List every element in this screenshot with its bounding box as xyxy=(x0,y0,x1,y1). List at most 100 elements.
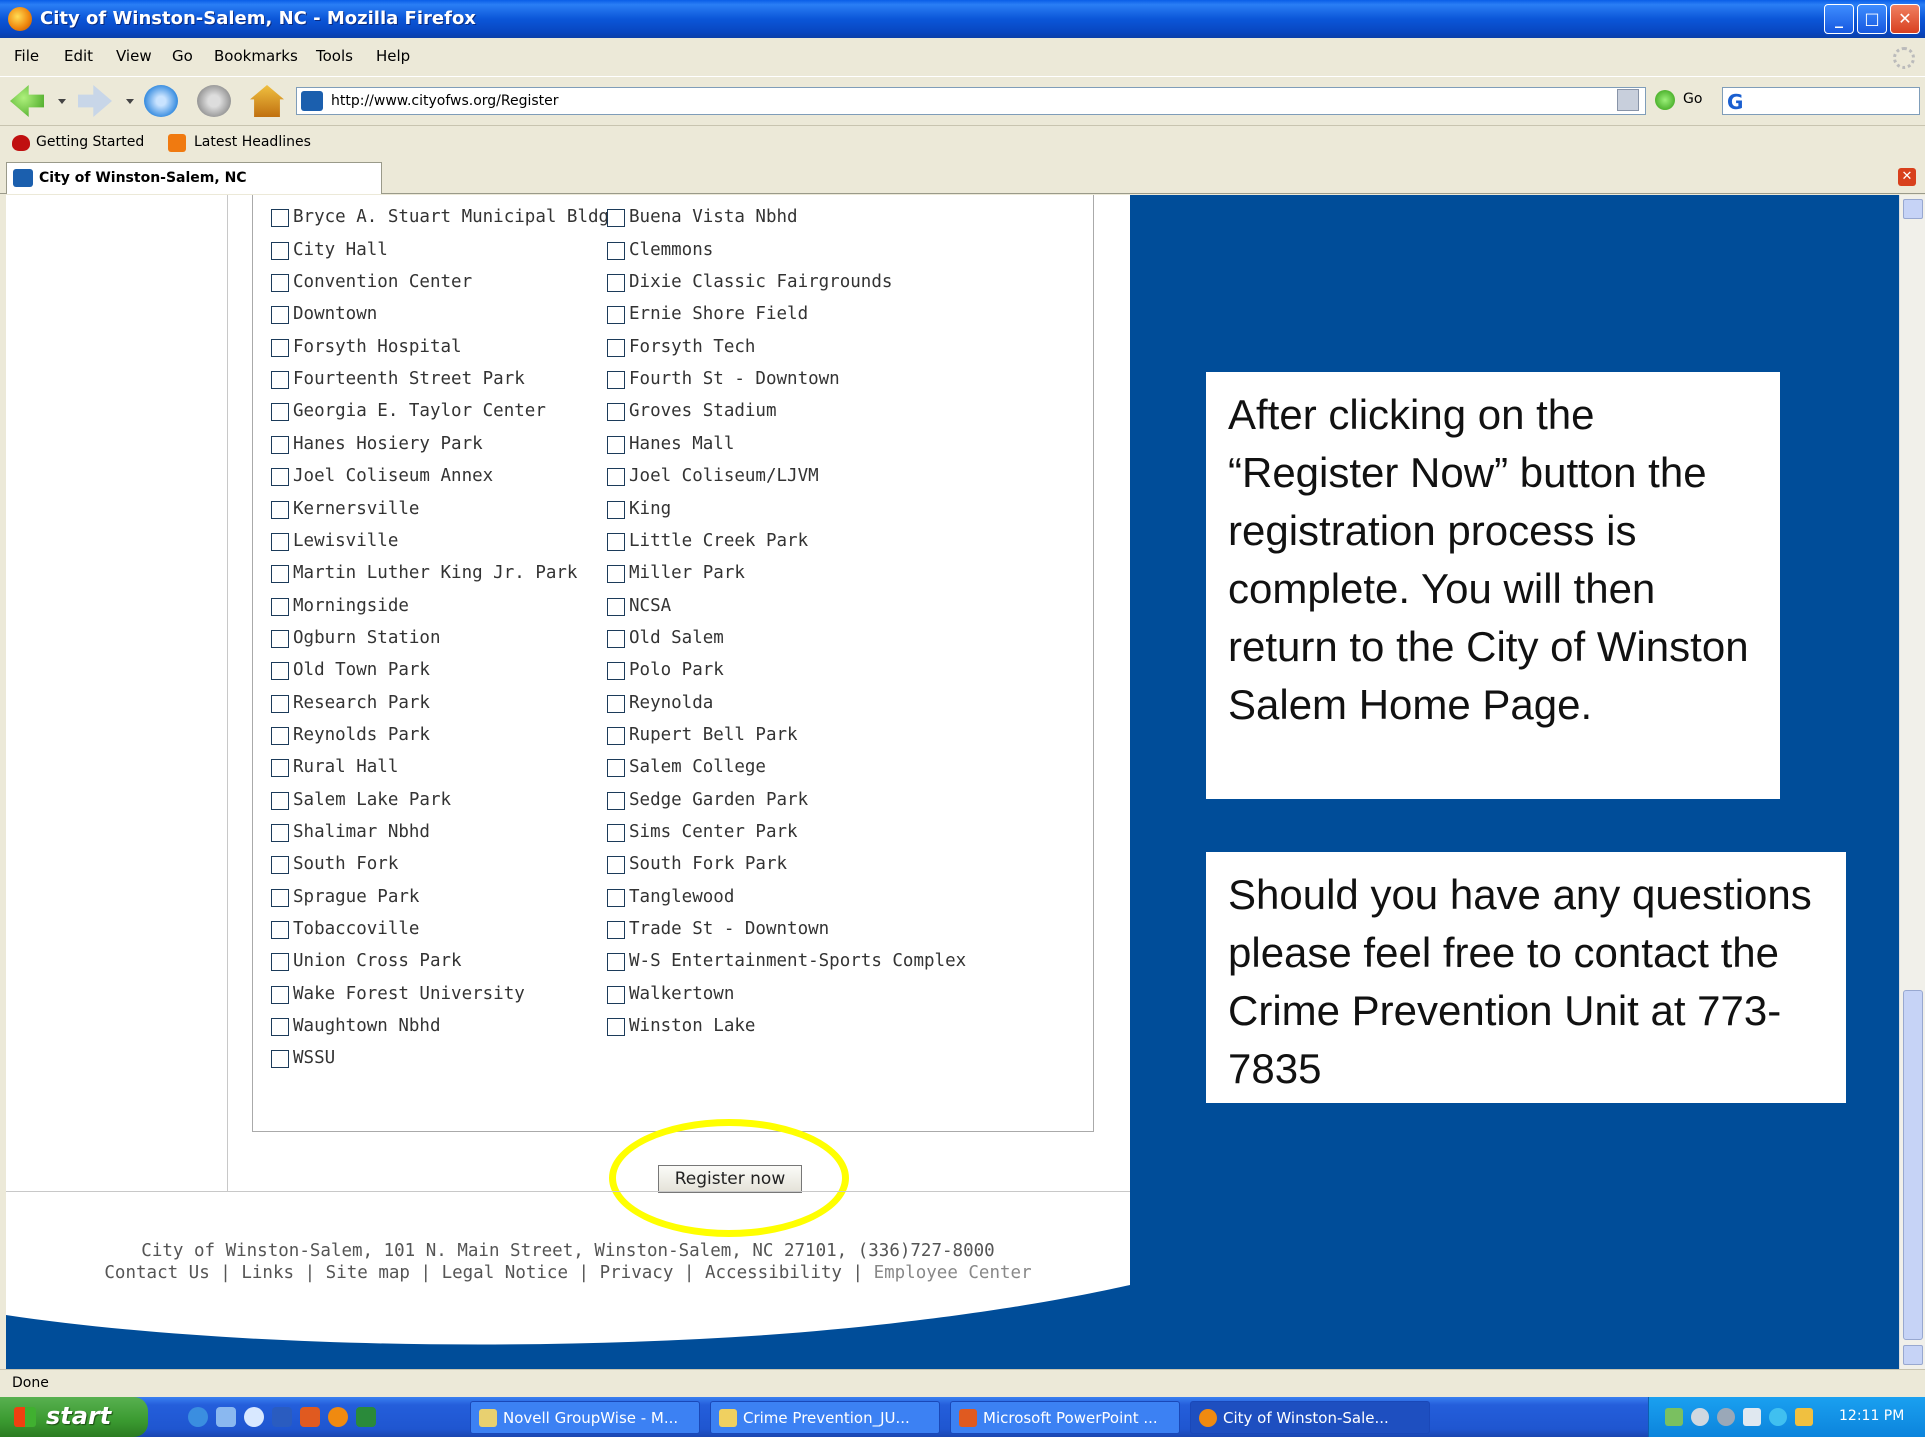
forward-arrow-icon[interactable] xyxy=(78,85,112,117)
excel-icon[interactable] xyxy=(356,1407,376,1427)
home-icon[interactable] xyxy=(250,85,284,117)
search-box[interactable]: G xyxy=(1722,87,1920,115)
reload-icon[interactable] xyxy=(144,85,178,117)
checkbox[interactable] xyxy=(607,759,625,778)
window-title-bar[interactable]: City of Winston-Salem, NC - Mozilla Fire… xyxy=(0,0,1925,38)
menu-file[interactable]: File xyxy=(14,47,39,65)
checkbox[interactable] xyxy=(607,371,625,390)
powerpoint-icon[interactable] xyxy=(300,1407,320,1427)
checkbox[interactable] xyxy=(271,209,289,228)
minimize-button[interactable]: _ xyxy=(1824,4,1854,34)
checkbox[interactable] xyxy=(607,888,625,907)
tab-city-of-winston-salem[interactable]: City of Winston-Salem, NC xyxy=(6,162,382,194)
task-crime-prevention-folder[interactable]: Crime Prevention_JU... xyxy=(710,1401,940,1434)
checkbox[interactable] xyxy=(271,306,289,325)
volume-icon[interactable] xyxy=(1717,1408,1735,1426)
security-icon[interactable] xyxy=(1691,1408,1709,1426)
checkbox[interactable] xyxy=(607,597,625,616)
checkbox[interactable] xyxy=(607,1018,625,1037)
stop-icon[interactable] xyxy=(197,85,231,117)
checkbox[interactable] xyxy=(271,435,289,454)
scroll-up-icon[interactable] xyxy=(1903,199,1923,219)
checkbox[interactable] xyxy=(607,921,625,940)
checkbox[interactable] xyxy=(271,629,289,648)
checkbox[interactable] xyxy=(607,532,625,551)
checkbox[interactable] xyxy=(607,985,625,1004)
checkbox[interactable] xyxy=(607,662,625,681)
scroll-thumb[interactable] xyxy=(1903,990,1923,1340)
checkbox[interactable] xyxy=(607,241,625,260)
go-icon[interactable] xyxy=(1655,90,1675,110)
scroll-down-icon[interactable] xyxy=(1903,1345,1923,1365)
menu-view[interactable]: View xyxy=(116,47,152,65)
sync-icon[interactable] xyxy=(1769,1408,1787,1426)
checkbox[interactable] xyxy=(271,1050,289,1069)
checkbox[interactable] xyxy=(271,953,289,972)
close-window-button[interactable]: ✕ xyxy=(1890,4,1920,34)
bookmark-latest-headlines[interactable]: Latest Headlines xyxy=(194,134,311,150)
checkbox[interactable] xyxy=(271,985,289,1004)
close-tab-icon[interactable]: ✕ xyxy=(1898,168,1916,186)
checkbox[interactable] xyxy=(271,888,289,907)
checkbox[interactable] xyxy=(607,565,625,584)
checkbox[interactable] xyxy=(607,209,625,228)
task-firefox[interactable]: City of Winston-Sale... xyxy=(1190,1401,1430,1434)
update-icon[interactable] xyxy=(1743,1408,1761,1426)
checkbox[interactable] xyxy=(607,338,625,357)
checkbox[interactable] xyxy=(271,1018,289,1037)
groupwise-icon[interactable] xyxy=(216,1407,236,1427)
menu-tools[interactable]: Tools xyxy=(316,47,353,65)
start-button[interactable]: start xyxy=(0,1397,148,1437)
checkbox[interactable] xyxy=(271,759,289,778)
checkbox[interactable] xyxy=(607,468,625,487)
checkbox[interactable] xyxy=(607,435,625,454)
menu-edit[interactable]: Edit xyxy=(64,47,93,65)
checkbox[interactable] xyxy=(271,241,289,260)
word-icon[interactable] xyxy=(272,1407,292,1427)
url-history-dropdown-icon[interactable] xyxy=(1617,89,1639,111)
address-bar[interactable] xyxy=(296,87,1646,115)
back-dropdown-icon[interactable] xyxy=(58,99,66,104)
back-arrow-icon[interactable] xyxy=(10,85,44,117)
checkbox[interactable] xyxy=(607,694,625,713)
checkbox[interactable] xyxy=(271,338,289,357)
vertical-scrollbar[interactable] xyxy=(1899,195,1925,1369)
checkbox[interactable] xyxy=(271,921,289,940)
checkbox[interactable] xyxy=(271,662,289,681)
checkbox[interactable] xyxy=(607,274,625,293)
checkbox[interactable] xyxy=(607,726,625,745)
checkbox[interactable] xyxy=(271,824,289,842)
go-button-label[interactable]: Go xyxy=(1683,91,1702,107)
menu-bookmarks[interactable]: Bookmarks xyxy=(214,47,298,65)
menu-go[interactable]: Go xyxy=(172,47,193,65)
pen-icon[interactable] xyxy=(1795,1408,1813,1426)
firefox-quicklaunch-icon[interactable] xyxy=(328,1407,348,1427)
checkbox[interactable] xyxy=(271,597,289,616)
checkbox[interactable] xyxy=(271,532,289,551)
task-powerpoint[interactable]: Microsoft PowerPoint ... xyxy=(950,1401,1180,1434)
checkbox[interactable] xyxy=(271,403,289,422)
task-groupwise[interactable]: Novell GroupWise - M... xyxy=(470,1401,700,1434)
checkbox[interactable] xyxy=(271,791,289,810)
checkbox[interactable] xyxy=(271,468,289,487)
media-player-icon[interactable] xyxy=(244,1407,264,1427)
checkbox[interactable] xyxy=(607,306,625,325)
maximize-button[interactable]: □ xyxy=(1857,4,1887,34)
register-now-button[interactable]: Register now xyxy=(658,1165,802,1193)
checkbox[interactable] xyxy=(607,403,625,422)
checkbox[interactable] xyxy=(271,856,289,875)
checkbox[interactable] xyxy=(607,856,625,875)
checkbox[interactable] xyxy=(271,694,289,713)
checkbox[interactable] xyxy=(271,371,289,390)
checkbox[interactable] xyxy=(607,824,625,842)
menu-help[interactable]: Help xyxy=(376,47,410,65)
forward-dropdown-icon[interactable] xyxy=(126,99,134,104)
bookmark-getting-started[interactable]: Getting Started xyxy=(36,134,144,150)
internet-explorer-icon[interactable] xyxy=(188,1407,208,1427)
checkbox[interactable] xyxy=(271,726,289,745)
checkbox[interactable] xyxy=(607,791,625,810)
checkbox[interactable] xyxy=(271,274,289,293)
checkbox[interactable] xyxy=(607,629,625,648)
checkbox[interactable] xyxy=(271,500,289,519)
checkbox[interactable] xyxy=(607,953,625,972)
